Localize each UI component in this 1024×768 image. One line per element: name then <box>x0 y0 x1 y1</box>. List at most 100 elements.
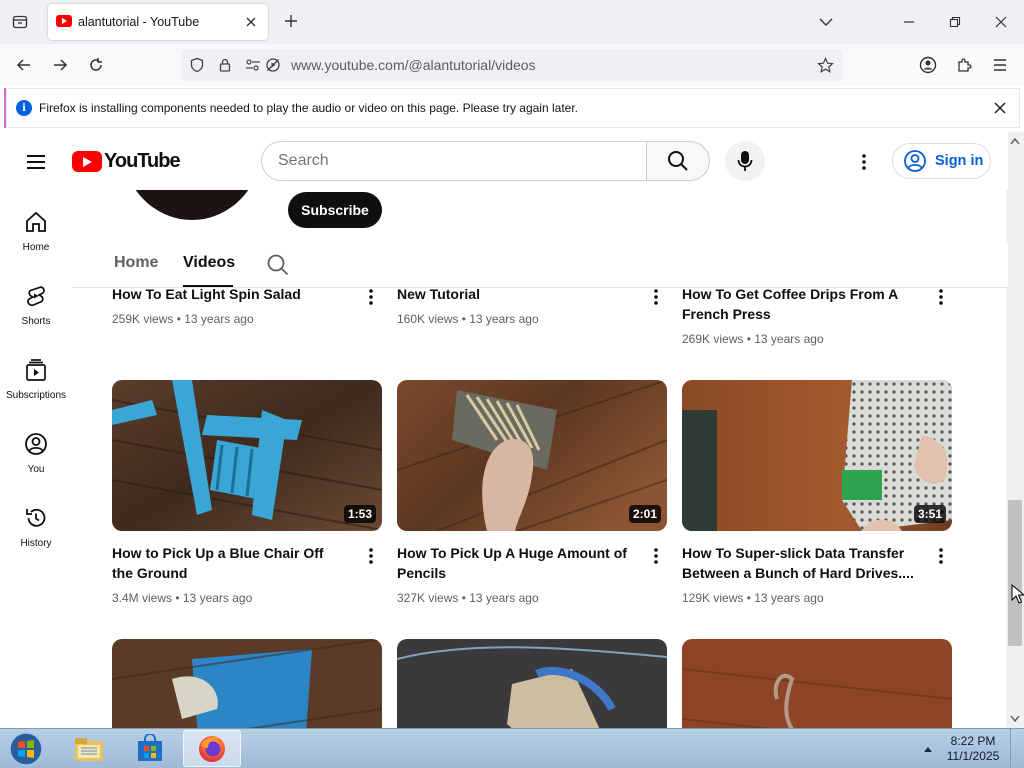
video-thumbnail[interactable]: 1:53 <box>112 380 382 531</box>
account-button[interactable] <box>914 51 942 79</box>
guide-item-you[interactable]: You <box>0 424 72 488</box>
taskbar-file-explorer[interactable] <box>60 730 118 767</box>
guide-menu-button[interactable] <box>22 148 50 176</box>
restore-button[interactable] <box>941 8 969 36</box>
new-tab-button[interactable] <box>280 10 302 32</box>
subscribe-button[interactable]: Subscribe <box>288 192 382 228</box>
list-all-tabs-button[interactable] <box>812 8 840 36</box>
folder-icon <box>75 737 103 761</box>
guide-label: You <box>27 464 45 475</box>
you-icon <box>25 433 47 455</box>
video-menu-button[interactable] <box>929 544 953 568</box>
guide-label: History <box>20 538 52 549</box>
reload-button[interactable] <box>82 51 110 79</box>
guide-item-shorts[interactable]: Shorts <box>0 276 72 340</box>
back-button[interactable] <box>10 51 38 79</box>
notification-close-button[interactable] <box>990 98 1010 118</box>
video-card[interactable]: 1:53 How to Pick Up a Blue Chair Off the… <box>112 380 382 606</box>
guide-label: Subscriptions <box>5 390 67 401</box>
video-menu-button[interactable] <box>644 544 668 568</box>
settings-more-button[interactable] <box>852 148 876 176</box>
extensions-button[interactable] <box>950 51 978 79</box>
video-card[interactable]: New Tutorial 160K views • 13 years ago <box>397 284 667 354</box>
start-button[interactable] <box>6 731 46 767</box>
voice-search-button[interactable] <box>725 141 765 181</box>
taskbar-firefox[interactable] <box>183 730 241 767</box>
tab-selected-underline <box>183 285 233 287</box>
video-duration: 3:51 <box>913 505 946 523</box>
search-input[interactable] <box>278 152 618 170</box>
video-title[interactable]: How To Get Coffee Drips From A French Pr… <box>682 284 918 324</box>
guide-item-home[interactable]: Home <box>0 202 72 266</box>
show-desktop-button[interactable] <box>1010 729 1024 768</box>
video-thumbnail[interactable] <box>682 639 952 728</box>
autoplay-blocked-icon[interactable] <box>264 56 282 74</box>
show-hidden-icons-button[interactable] <box>920 741 936 757</box>
video-meta: 160K views • 13 years ago <box>397 312 539 326</box>
guide-item-history[interactable]: History <box>0 498 72 562</box>
video-title[interactable]: How To Pick Up A Huge Amount of Pencils <box>397 543 633 583</box>
guide-label: Home <box>22 242 50 253</box>
video-thumbnail[interactable]: 2:01 <box>397 380 667 531</box>
plus-icon <box>285 15 297 27</box>
search-button[interactable] <box>646 141 710 181</box>
sign-in-button[interactable]: Sign in <box>892 143 991 179</box>
tab-close-button[interactable] <box>242 13 260 31</box>
search-box[interactable] <box>261 141 647 181</box>
browser-tab-active[interactable]: alantutorial - YouTube <box>48 4 268 40</box>
search-icon <box>267 254 289 276</box>
video-menu-button[interactable] <box>644 285 668 309</box>
video-thumbnail[interactable] <box>112 639 382 728</box>
scroll-up-arrow-icon[interactable] <box>1008 134 1022 148</box>
video-thumbnail[interactable]: 3:51 <box>682 380 952 531</box>
tracking-protection-shield-icon[interactable] <box>188 56 206 74</box>
firefox-view-button[interactable] <box>6 8 34 36</box>
more-vertical-icon <box>862 154 866 170</box>
scroll-down-arrow-icon[interactable] <box>1008 712 1022 726</box>
arrow-left-icon <box>16 59 30 71</box>
video-thumbnail[interactable] <box>397 639 667 728</box>
tab-videos[interactable]: Videos <box>183 254 235 272</box>
app-menu-button[interactable] <box>986 51 1014 79</box>
url-bar[interactable]: www.youtube.com/@alantutorial/videos <box>182 49 842 81</box>
video-meta: 269K views • 13 years ago <box>682 332 824 346</box>
scrollbar-thumb[interactable] <box>1008 500 1022 646</box>
guide-item-subscriptions[interactable]: Subscriptions <box>0 350 72 414</box>
hamburger-icon <box>994 59 1006 71</box>
close-window-button[interactable] <box>987 8 1015 36</box>
minimize-button[interactable] <box>895 8 923 36</box>
video-title[interactable]: How to Pick Up a Blue Chair Off the Grou… <box>112 543 348 583</box>
browser-nav-bar: www.youtube.com/@alantutorial/videos <box>0 44 1024 86</box>
video-menu-button[interactable] <box>929 285 953 309</box>
more-vertical-icon <box>369 548 373 564</box>
taskbar-clock[interactable]: 8:22 PM 11/1/2025 <box>940 734 1006 764</box>
tab-home[interactable]: Home <box>114 254 158 272</box>
home-icon <box>26 211 46 232</box>
permissions-icon[interactable] <box>244 56 262 74</box>
youtube-logo[interactable]: YouTube <box>72 150 181 172</box>
video-card[interactable] <box>112 639 382 728</box>
bookmark-star-icon[interactable] <box>816 56 834 74</box>
forward-button[interactable] <box>46 51 74 79</box>
video-card[interactable]: 2:01 How To Pick Up A Huge Amount of Pen… <box>397 380 667 606</box>
restore-icon <box>949 16 961 28</box>
video-menu-button[interactable] <box>359 285 383 309</box>
lock-icon[interactable] <box>216 56 234 74</box>
video-card[interactable] <box>682 639 952 728</box>
close-icon <box>994 102 1006 114</box>
search-icon <box>668 151 688 171</box>
video-menu-button[interactable] <box>359 544 383 568</box>
video-card[interactable]: How To Get Coffee Drips From A French Pr… <box>682 284 952 354</box>
video-card[interactable]: How To Eat Light Spin Salad 259K views •… <box>112 284 382 354</box>
video-card[interactable]: 3:51 How To Super-slick Data Transfer Be… <box>682 380 952 606</box>
windows-logo-icon <box>9 732 43 766</box>
video-title[interactable]: How To Super-slick Data Transfer Between… <box>682 543 918 583</box>
more-vertical-icon <box>369 289 373 305</box>
taskbar-store[interactable] <box>121 730 179 767</box>
video-duration: 2:01 <box>628 505 661 523</box>
guide-label: Shorts <box>21 316 51 327</box>
channel-search-button[interactable] <box>265 252 291 278</box>
video-card[interactable] <box>397 639 667 728</box>
page-scrollbar[interactable] <box>1006 132 1024 728</box>
more-vertical-icon <box>939 548 943 564</box>
